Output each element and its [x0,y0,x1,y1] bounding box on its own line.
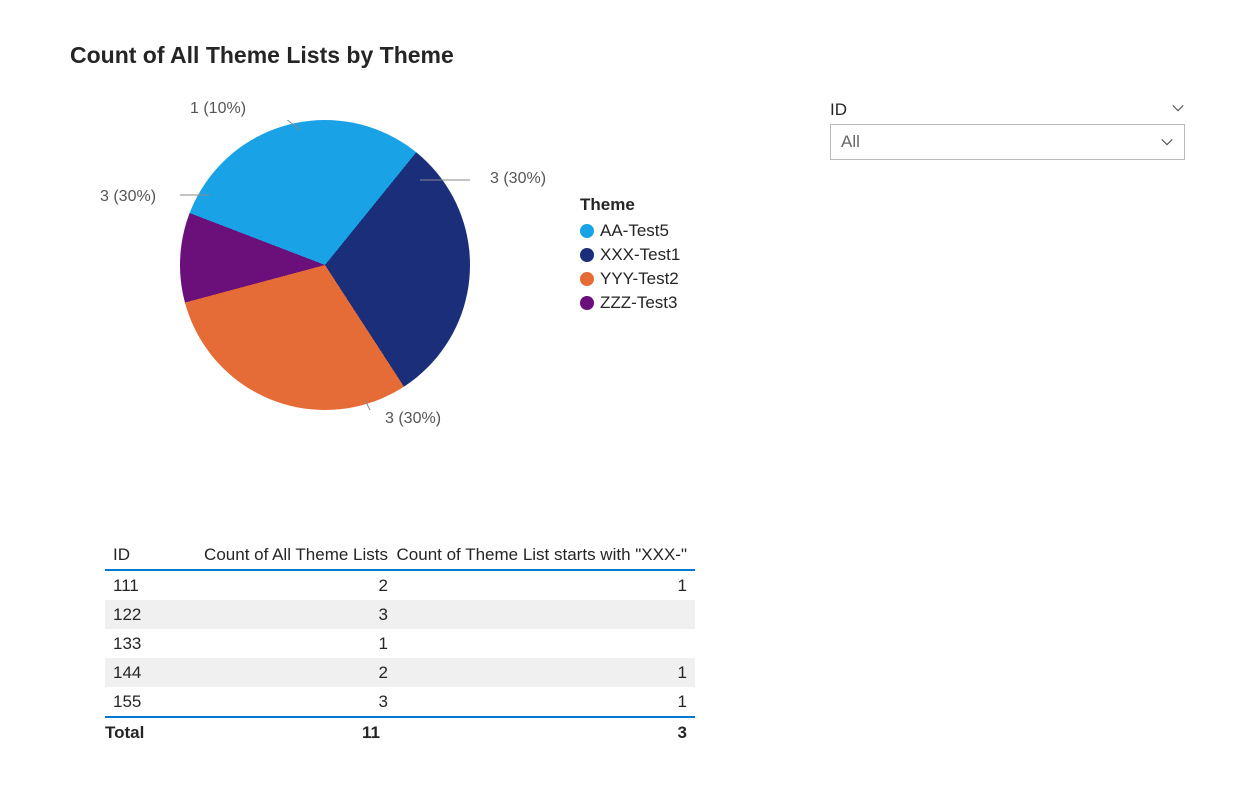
total-count: 11 [175,723,388,743]
slicer-title: ID [830,100,847,120]
total-xxx: 3 [388,723,695,743]
legend-label: XXX-Test1 [600,245,680,265]
table-row[interactable]: 122 3 [105,600,695,629]
cell: 1 [396,576,695,596]
chart-title: Count of All Theme Lists by Theme [70,42,454,69]
slicer-id: ID All [830,100,1185,160]
legend-title: Theme [580,195,680,215]
cell: 3 [183,692,396,712]
table-row[interactable]: 155 3 1 [105,687,695,716]
legend-item-xxx[interactable]: XXX-Test1 [580,245,680,265]
cell: 144 [105,663,183,683]
swatch-icon [580,296,594,310]
table-header: ID Count of All Theme Lists Count of The… [105,540,695,571]
table-row[interactable]: 111 2 1 [105,571,695,600]
cell: 1 [396,663,695,683]
table-total: Total 11 3 [105,716,695,747]
legend-item-zzz[interactable]: ZZZ-Test3 [580,293,680,313]
legend-item-yyy[interactable]: YYY-Test2 [580,269,680,289]
pie-label-zzz: 1 (10%) [190,100,246,118]
col-id: ID [105,545,183,565]
cell: 2 [183,576,396,596]
swatch-icon [580,272,594,286]
pie-chart[interactable] [180,120,470,410]
chevron-down-icon[interactable] [1171,100,1185,120]
cell: 111 [105,576,183,596]
col-xxx: Count of Theme List starts with "XXX-" [396,545,695,565]
pie-label-xxx: 3 (30%) [385,410,441,428]
table-row[interactable]: 144 2 1 [105,658,695,687]
cell: 1 [183,634,396,654]
cell: 155 [105,692,183,712]
cell: 122 [105,605,183,625]
slicer-dropdown[interactable]: All [830,124,1185,160]
total-label: Total [105,723,175,743]
table-row[interactable]: 133 1 [105,629,695,658]
pie-label-yyy: 3 (30%) [100,188,156,206]
legend-label: AA-Test5 [600,221,669,241]
legend-label: YYY-Test2 [600,269,679,289]
legend: Theme AA-Test5 XXX-Test1 YYY-Test2 ZZZ-T… [580,195,680,317]
swatch-icon [580,248,594,262]
cell: 2 [183,663,396,683]
pie-label-aa: 3 (30%) [490,170,546,188]
data-table[interactable]: ID Count of All Theme Lists Count of The… [105,540,695,747]
legend-item-aa[interactable]: AA-Test5 [580,221,680,241]
cell: 133 [105,634,183,654]
swatch-icon [580,224,594,238]
cell: 1 [396,692,695,712]
slicer-value: All [841,132,860,152]
cell: 3 [183,605,396,625]
col-count: Count of All Theme Lists [183,545,396,565]
legend-label: ZZZ-Test3 [600,293,677,313]
